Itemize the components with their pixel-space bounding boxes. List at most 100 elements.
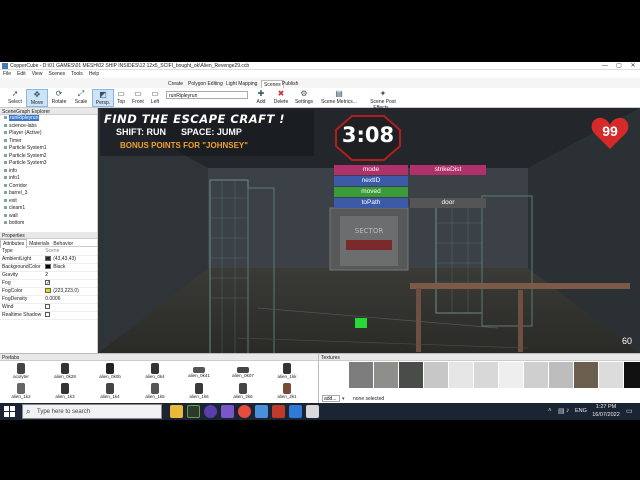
color-swatch[interactable] <box>45 264 52 270</box>
prefab-item[interactable]: alien_1k2 <box>6 383 36 403</box>
tree-node[interactable]: Timer <box>0 138 97 146</box>
clock-time[interactable]: 1:27 PM <box>592 404 620 410</box>
prefab-item[interactable]: alien_0k4 <box>140 363 170 383</box>
tree-node[interactable]: Particle System3 <box>0 160 97 168</box>
menu-edit[interactable]: Edit <box>14 70 29 78</box>
tree-node[interactable]: Player (Active) <box>0 130 97 138</box>
taskbar-search[interactable]: ⌕ Type here to search <box>22 404 162 419</box>
wind-checkbox[interactable] <box>45 304 51 310</box>
prefab-item[interactable]: alien_0k0b <box>95 363 125 383</box>
tab-attributes[interactable]: Attributes <box>0 239 28 248</box>
app-taskbar-icon[interactable] <box>289 405 302 418</box>
menu-view[interactable]: View <box>29 70 46 78</box>
scale-tool-button[interactable]: ⤢ Scale <box>70 89 92 107</box>
texture-thumbnail[interactable] <box>499 362 523 388</box>
color-swatch[interactable] <box>45 256 52 262</box>
app-taskbar-icon[interactable] <box>221 405 234 418</box>
windows-start-icon[interactable] <box>4 406 15 417</box>
tree-node[interactable]: info <box>0 168 97 176</box>
volume-icon[interactable]: ♪ <box>566 407 570 414</box>
prefab-item[interactable]: acolyter <box>6 363 36 383</box>
prop-value[interactable]: (223,223,0) <box>43 287 97 296</box>
texture-thumbnail[interactable] <box>574 362 598 388</box>
tab-publish[interactable]: Publish <box>280 80 300 88</box>
3d-viewport[interactable]: SECTOR FIND THE ESCAPE CRAFT ! SHIFT: RU… <box>98 108 640 353</box>
color-swatch[interactable] <box>45 288 52 294</box>
prefab-item[interactable]: alien_0k07 <box>228 363 258 383</box>
prefab-item[interactable]: alien_0k28 <box>50 363 80 383</box>
select-tool-button[interactable]: ➚ Select <box>4 89 26 107</box>
tab-behavior[interactable]: Behavior <box>51 240 75 248</box>
texture-thumbnail[interactable] <box>374 362 398 388</box>
file-explorer-icon[interactable] <box>170 405 183 418</box>
app-taskbar-icon[interactable] <box>306 405 319 418</box>
coppercube-taskbar-icon[interactable] <box>187 405 200 418</box>
tree-node[interactable]: barrel_3 <box>0 190 97 198</box>
texture-thumbnail[interactable] <box>549 362 573 388</box>
debug-mode-button[interactable]: mode <box>334 165 408 175</box>
tree-node[interactable]: exit <box>0 198 97 206</box>
add-texture-button[interactable]: add... <box>322 395 340 402</box>
prefab-item[interactable]: alien_1kk <box>272 363 302 383</box>
prop-value[interactable]: (43,43,43) <box>43 255 97 264</box>
debug-strikedist-button[interactable]: strikeDist <box>410 165 486 175</box>
tree-node[interactable]: wall <box>0 213 97 221</box>
dropdown-arrow-icon[interactable]: ▾ <box>342 396 345 402</box>
prop-value[interactable]: 2 <box>43 271 97 280</box>
prefab-item[interactable]: alien_1k6 <box>184 383 214 403</box>
debug-topath-button[interactable]: toPath <box>334 198 408 208</box>
texture-thumbnail[interactable] <box>349 362 373 388</box>
debug-nextid-button[interactable]: nextID <box>334 176 408 186</box>
delete-scene-button[interactable]: ✖ Delete <box>270 89 292 107</box>
tree-node[interactable]: bottom <box>0 220 97 228</box>
app-taskbar-icon[interactable] <box>204 405 217 418</box>
texture-thumbnail[interactable] <box>599 362 623 388</box>
scenegraph-tree[interactable]: runRipleyrun science-labs Player (Active… <box>0 115 97 231</box>
tree-node[interactable]: Corridor <box>0 183 97 191</box>
rotate-tool-button[interactable]: ⟳ Rotate <box>48 89 70 107</box>
network-icon[interactable]: ▤ <box>558 407 565 415</box>
tree-node[interactable]: Particle System1 <box>0 145 97 153</box>
prefab-item[interactable]: alien_1k3 <box>50 383 80 403</box>
app-taskbar-icon[interactable] <box>255 405 268 418</box>
prefab-item[interactable]: alien_1k4 <box>95 383 125 403</box>
texture-thumbnail[interactable] <box>449 362 473 388</box>
close-button[interactable]: ✕ <box>626 62 640 70</box>
scene-metrics-button[interactable]: ▤ Scene Metrics... <box>318 89 360 107</box>
app-taskbar-icon[interactable] <box>272 405 285 418</box>
scene-post-effects-button[interactable]: ✦ Scene Post Effects... <box>360 89 406 112</box>
maximize-button[interactable]: ▢ <box>612 62 626 70</box>
minimize-button[interactable]: — <box>598 62 612 70</box>
menu-help[interactable]: Help <box>86 70 102 78</box>
prop-value[interactable]: Black <box>43 263 97 272</box>
texture-thumbnail[interactable] <box>424 362 448 388</box>
texture-thumbnail[interactable] <box>399 362 423 388</box>
fog-checkbox[interactable]: ✓ <box>45 280 50 286</box>
move-tool-button[interactable]: ✥ Move <box>26 89 48 107</box>
prop-value[interactable]: Scene <box>43 247 97 256</box>
tab-polygon-editing[interactable]: Polygon Editing <box>186 80 225 88</box>
menu-file[interactable]: File <box>0 70 14 78</box>
tree-node[interactable]: Particle System2 <box>0 153 97 161</box>
texture-thumbnail[interactable] <box>474 362 498 388</box>
tree-node[interactable]: info1 <box>0 175 97 183</box>
texture-thumbnail[interactable] <box>624 362 640 388</box>
menu-scenes[interactable]: Scenes <box>45 70 68 78</box>
realtime-shadow-checkbox[interactable] <box>45 312 51 318</box>
notification-icon[interactable]: ▭ <box>626 407 633 415</box>
tree-node-selected[interactable]: runRipleyrun <box>0 115 97 123</box>
scene-select[interactable]: runRipleyrun <box>166 91 248 99</box>
chrome-icon[interactable] <box>238 405 251 418</box>
prop-value[interactable]: 0.0006 <box>43 295 97 304</box>
scene-settings-button[interactable]: ⚙ Settings <box>293 89 315 107</box>
prefab-item[interactable]: alien_2k1 <box>272 383 302 403</box>
clock-date[interactable]: 16/07/2022 <box>590 412 622 418</box>
add-scene-button[interactable]: ✚ Add <box>250 89 272 107</box>
tree-node[interactable]: cleam1 <box>0 205 97 213</box>
tab-materials[interactable]: Materials <box>27 240 51 248</box>
left-view-button[interactable]: ▭ Left <box>144 89 166 107</box>
language-indicator[interactable]: ENG <box>575 408 587 414</box>
prefab-item[interactable]: alien_2k6 <box>228 383 258 403</box>
tab-light-mapping[interactable]: Light Mapping <box>224 80 259 88</box>
prefab-item[interactable]: alien_1k5 <box>140 383 170 403</box>
